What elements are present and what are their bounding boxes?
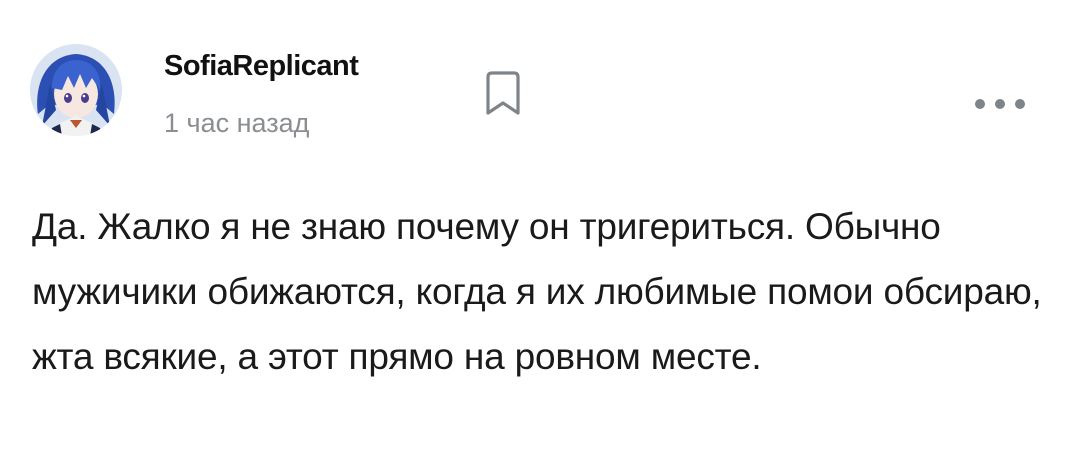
avatar[interactable] xyxy=(30,44,122,136)
comment-text: Да. Жалко я не знаю почему он тригеритьс… xyxy=(32,206,1042,377)
anime-avatar-image xyxy=(30,44,122,136)
author-name[interactable]: SofiaReplicant xyxy=(164,50,359,83)
post-time: 1 час назад xyxy=(164,108,310,138)
bookmark-icon[interactable] xyxy=(479,70,527,118)
comment-card: SofiaReplicant 1 час назад Да. Жалко я н… xyxy=(0,0,1076,476)
more-options-icon[interactable] xyxy=(972,92,1028,116)
